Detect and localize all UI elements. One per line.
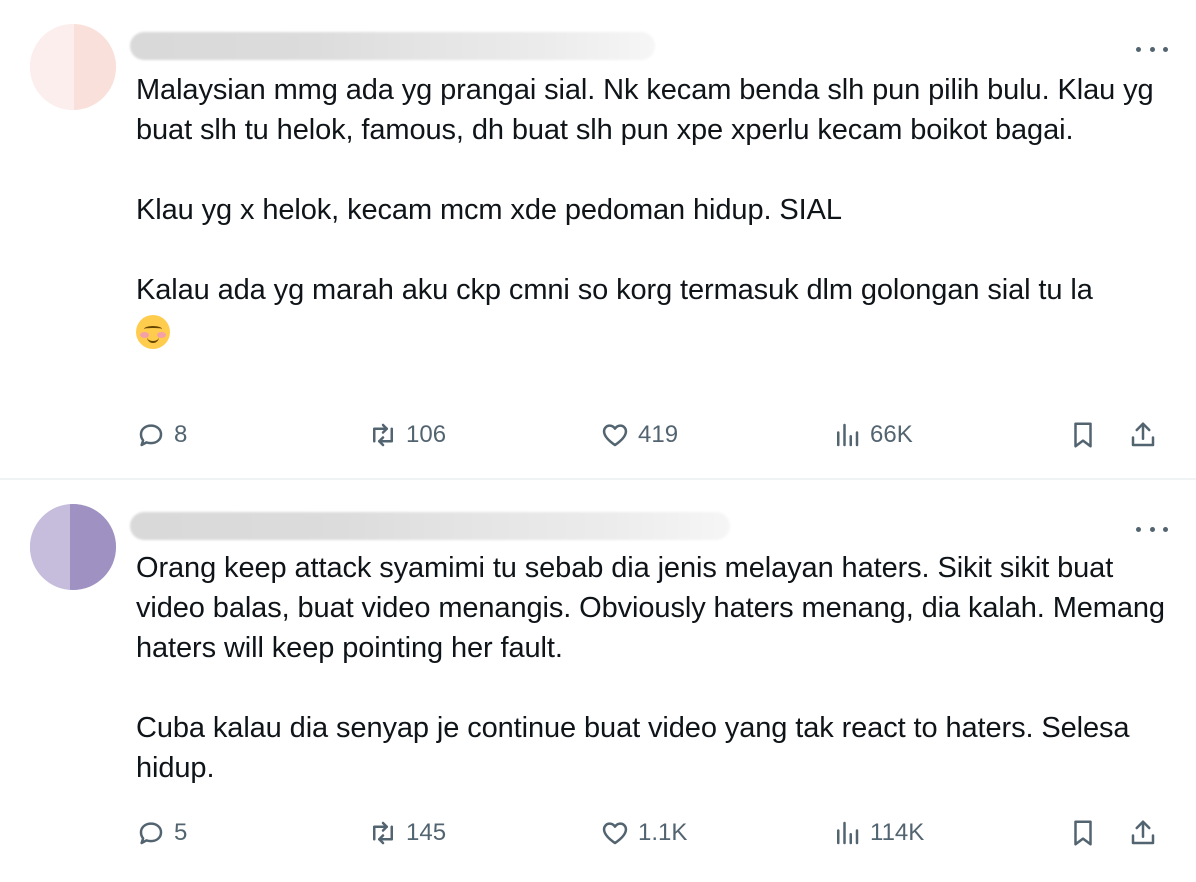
heart-icon — [602, 424, 628, 447]
share-icon — [1131, 820, 1155, 845]
tweet-text: Malaysian mmg ada yg prangai sial. Nk ke… — [136, 70, 1171, 350]
reply-icon — [139, 424, 163, 447]
tweet[interactable]: Malaysian mmg ada yg prangai sial. Nk ke… — [0, 0, 1196, 478]
like-count: 1.1K — [638, 819, 688, 846]
avatar[interactable] — [30, 504, 116, 590]
bookmark-button[interactable] — [1068, 415, 1098, 455]
tweet-feed: Malaysian mmg ada yg prangai sial. Nk ke… — [0, 0, 1196, 882]
redacted-username — [130, 512, 730, 540]
bookmark-icon — [1074, 820, 1092, 846]
views-icon — [837, 423, 859, 447]
repost-count: 106 — [406, 421, 447, 448]
more-icon[interactable] — [1136, 524, 1168, 534]
repost-icon — [373, 423, 393, 447]
tweet-text: Orang keep attack syamimi tu sebab dia j… — [136, 552, 1165, 784]
view-count: 114K — [870, 819, 925, 846]
like-button[interactable]: 419 — [600, 415, 678, 455]
like-count: 419 — [638, 421, 679, 448]
views-icon — [837, 821, 859, 845]
redacted-username — [130, 32, 655, 60]
repost-button[interactable]: 106 — [368, 415, 446, 455]
tweet-text-content: Malaysian mmg ada yg prangai sial. Nk ke… — [136, 74, 1154, 306]
reply-count: 5 — [174, 819, 188, 846]
repost-icon — [373, 821, 393, 845]
repost-button[interactable]: 145 — [368, 813, 446, 853]
share-button[interactable] — [1128, 813, 1158, 853]
tweet-actions: 8 106 419 66K — [0, 415, 1196, 455]
bookmark-icon — [1074, 422, 1092, 448]
views-button[interactable]: 114K — [832, 813, 924, 853]
reply-button[interactable]: 8 — [136, 415, 187, 455]
share-icon — [1131, 422, 1155, 447]
tweet-actions: 5 145 1.1K 114K — [0, 813, 1196, 853]
reply-icon — [139, 822, 163, 845]
views-button[interactable]: 66K — [832, 415, 913, 455]
smiling-face-with-blush-icon — [136, 315, 170, 350]
reply-count: 8 — [174, 421, 188, 448]
like-button[interactable]: 1.1K — [600, 813, 687, 853]
view-count: 66K — [870, 421, 913, 448]
heart-icon — [602, 822, 628, 845]
share-button[interactable] — [1128, 415, 1158, 455]
avatar[interactable] — [30, 24, 116, 110]
repost-count: 145 — [406, 819, 447, 846]
tweet[interactable]: Orang keep attack syamimi tu sebab dia j… — [0, 480, 1196, 882]
reply-button[interactable]: 5 — [136, 813, 187, 853]
more-icon[interactable] — [1136, 44, 1168, 54]
bookmark-button[interactable] — [1068, 813, 1098, 853]
